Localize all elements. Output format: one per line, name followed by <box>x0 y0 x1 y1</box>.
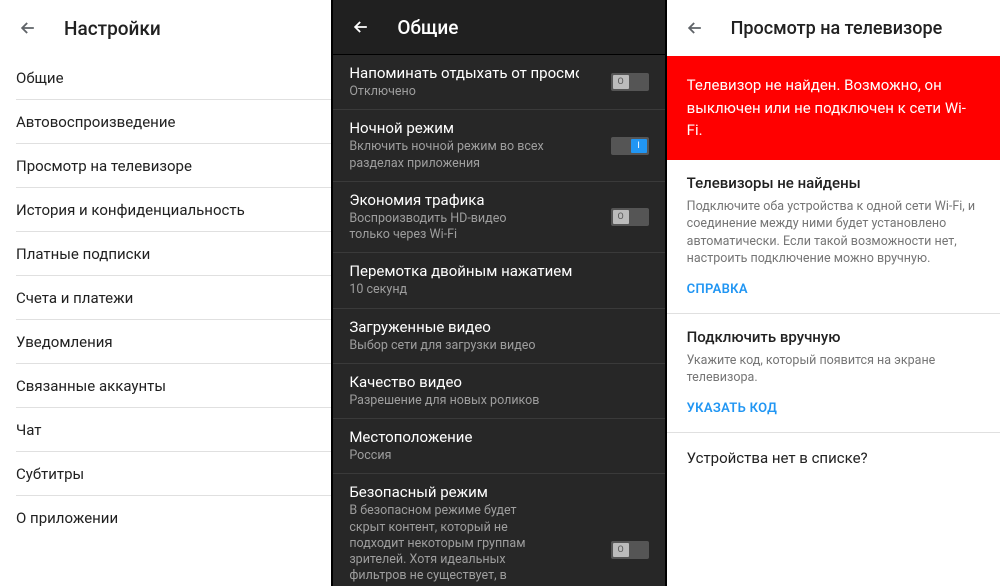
setting-night-mode[interactable]: Ночной режим Включить ночной режим во вс… <box>333 110 664 182</box>
error-banner: Телевизор не найден. Возможно, он выключ… <box>667 56 1000 160</box>
setting-sublabel: 10 секунд <box>349 282 549 298</box>
setting-sublabel: Выбор сети для загрузки видео <box>349 338 549 354</box>
setting-label: Напоминать отдыхать от просмотра <box>349 64 579 82</box>
setting-sublabel: Воспроизводить HD-видео только через Wi-… <box>349 211 549 244</box>
settings-item-captions[interactable]: Субтитры <box>16 452 331 496</box>
section-title: Телевизоры не найдены <box>687 174 980 192</box>
settings-item-about[interactable]: О приложении <box>16 496 331 540</box>
device-not-listed-row[interactable]: Устройства нет в списке? <box>667 432 1000 483</box>
toggle-switch[interactable]: O <box>611 208 649 226</box>
setting-sublabel: Отключено <box>349 84 549 100</box>
enter-code-button[interactable]: УКАЗАТЬ КОД <box>687 401 980 416</box>
setting-sublabel: Россия <box>349 448 549 464</box>
section-title: Подключить вручную <box>687 328 980 346</box>
section-body: Укажите код, который появится на экране … <box>687 352 980 387</box>
toggle-switch[interactable]: I <box>611 137 649 155</box>
setting-remind-break[interactable]: Напоминать отдыхать от просмотра Отключе… <box>333 55 664 110</box>
settings-item-general[interactable]: Общие <box>16 56 331 100</box>
setting-label: Ночной режим <box>349 119 600 137</box>
setting-data-saver[interactable]: Экономия трафика Воспроизводить HD-видео… <box>333 182 664 254</box>
setting-video-quality[interactable]: Качество видео Разрешение для новых роли… <box>333 364 664 419</box>
page-title: Общие <box>397 16 458 39</box>
setting-location[interactable]: Местоположение Россия <box>333 419 664 474</box>
setting-label: Качество видео <box>349 373 648 391</box>
page-title: Просмотр на телевизоре <box>731 18 943 39</box>
setting-downloads[interactable]: Загруженные видео Выбор сети для загрузк… <box>333 309 664 364</box>
settings-item-history-privacy[interactable]: История и конфиденциальность <box>16 188 331 232</box>
settings-item-billing[interactable]: Счета и платежи <box>16 276 331 320</box>
setting-sublabel: Разрешение для новых роликов <box>349 393 549 409</box>
back-icon[interactable] <box>683 16 707 40</box>
setting-sublabel: Включить ночной режим во всех разделах п… <box>349 139 549 172</box>
setting-sublabel: В безопасном режиме будет скрыт контент,… <box>349 503 549 586</box>
setting-double-tap-seek[interactable]: Перемотка двойным нажатием 10 секунд <box>333 253 664 308</box>
toggle-switch[interactable]: O <box>611 541 649 559</box>
toggle-switch[interactable]: O <box>611 73 649 91</box>
settings-item-notifications[interactable]: Уведомления <box>16 320 331 364</box>
help-button[interactable]: СПРАВКА <box>687 282 980 297</box>
setting-label: Загруженные видео <box>349 318 648 336</box>
settings-item-watch-on-tv[interactable]: Просмотр на телевизоре <box>16 144 331 188</box>
settings-item-autoplay[interactable]: Автовоспроизведение <box>16 100 331 144</box>
back-icon[interactable] <box>349 15 373 39</box>
setting-label: Местоположение <box>349 428 648 446</box>
settings-item-chat[interactable]: Чат <box>16 408 331 452</box>
setting-label: Экономия трафика <box>349 191 600 209</box>
setting-restricted-mode[interactable]: Безопасный режим В безопасном режиме буд… <box>333 474 664 586</box>
settings-item-linked-accounts[interactable]: Связанные аккаунты <box>16 364 331 408</box>
setting-label: Перемотка двойным нажатием <box>349 262 648 280</box>
page-title: Настройки <box>64 17 161 40</box>
settings-item-paid-subscriptions[interactable]: Платные подписки <box>16 232 331 276</box>
section-body: Подключите оба устройства к одной сети W… <box>687 198 980 268</box>
setting-label: Безопасный режим <box>349 483 600 501</box>
back-icon[interactable] <box>16 16 40 40</box>
